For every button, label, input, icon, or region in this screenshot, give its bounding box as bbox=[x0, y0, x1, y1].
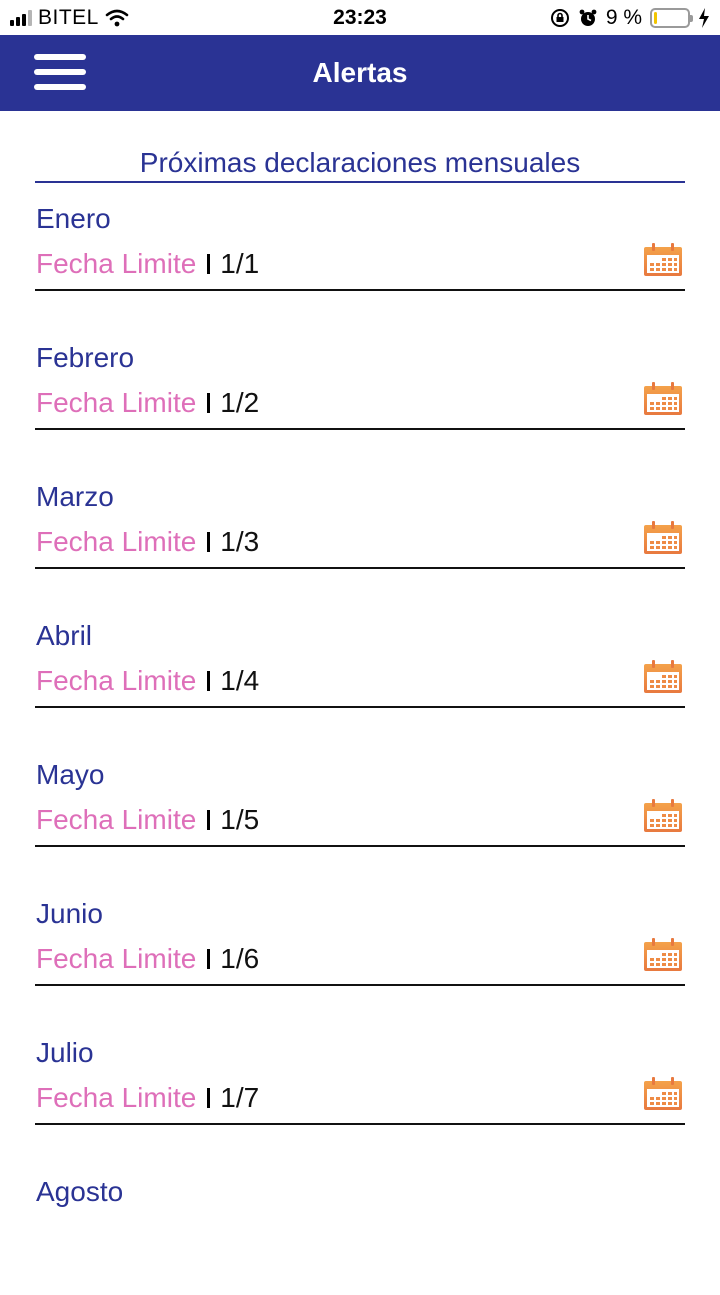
calendar-icon[interactable] bbox=[643, 799, 683, 833]
month-row: Julio Fecha Limite 1/7 bbox=[35, 1037, 685, 1125]
deadline-label: Fecha Limite bbox=[36, 387, 197, 418]
month-row: Agosto bbox=[35, 1176, 685, 1264]
deadline-date: 1/7 bbox=[220, 1082, 260, 1113]
status-right: 9 % bbox=[550, 6, 710, 30]
calendar-icon[interactable] bbox=[643, 382, 683, 416]
month-name: Marzo bbox=[36, 481, 114, 512]
separator bbox=[207, 949, 211, 969]
month-list: Enero Fecha Limite 1/1 Febrero Fecha Limite 1… bbox=[35, 183, 685, 1295]
status-bar: BITEL 23:23 9 % bbox=[0, 0, 720, 35]
deadline-label: Fecha Limite bbox=[36, 804, 197, 835]
deadline-date: 1/1 bbox=[220, 248, 260, 279]
separator bbox=[207, 1088, 211, 1108]
list-item: Enero Fecha Limite 1/1 bbox=[35, 183, 685, 322]
separator bbox=[207, 671, 211, 691]
separator bbox=[207, 393, 211, 413]
deadline-row: Fecha Limite 1/1 bbox=[36, 248, 259, 280]
calendar-icon[interactable] bbox=[643, 938, 683, 972]
month-row: Junio Fecha Limite 1/6 bbox=[35, 898, 685, 986]
deadline-row: Fecha Limite 1/3 bbox=[36, 526, 259, 558]
deadline-row: Fecha Limite 1/4 bbox=[36, 665, 259, 697]
deadline-label: Fecha Limite bbox=[36, 1082, 197, 1113]
list-item: Febrero Fecha Limite 1/2 bbox=[35, 322, 685, 461]
alarm-icon bbox=[579, 9, 597, 26]
separator bbox=[207, 810, 211, 830]
separator bbox=[207, 254, 211, 274]
month-row: Febrero Fecha Limite 1/2 bbox=[35, 342, 685, 430]
separator bbox=[207, 532, 211, 552]
calendar-icon[interactable] bbox=[643, 521, 683, 555]
list-item: Abril Fecha Limite 1/4 bbox=[35, 600, 685, 739]
list-item: Marzo Fecha Limite 1/3 bbox=[35, 461, 685, 600]
month-row: Mayo Fecha Limite 1/5 bbox=[35, 759, 685, 847]
month-name: Abril bbox=[36, 620, 93, 651]
battery-level bbox=[654, 12, 657, 24]
alerts-content: Próximas declaraciones mensuales Enero Fe… bbox=[35, 111, 685, 1295]
battery-icon bbox=[650, 8, 693, 28]
month-name: Julio bbox=[36, 1037, 94, 1068]
deadline-date: 1/4 bbox=[220, 665, 260, 696]
deadline-row: Fecha Limite 1/6 bbox=[36, 943, 259, 975]
battery-percentage: 9 % bbox=[605, 6, 642, 29]
deadline-date: 1/3 bbox=[220, 526, 260, 557]
month-row: Marzo Fecha Limite 1/3 bbox=[35, 481, 685, 569]
list-item: Junio Fecha Limite 1/6 bbox=[35, 878, 685, 1017]
deadline-label: Fecha Limite bbox=[36, 526, 197, 557]
list-item: Mayo Fecha Limite 1/5 bbox=[35, 739, 685, 878]
deadline-date: 1/5 bbox=[220, 804, 260, 835]
deadline-label: Fecha Limite bbox=[36, 248, 197, 279]
month-row: Enero Fecha Limite 1/1 bbox=[35, 203, 685, 291]
month-row: Abril Fecha Limite 1/4 bbox=[35, 620, 685, 708]
month-name: Junio bbox=[36, 898, 103, 929]
charging-bolt-icon bbox=[699, 8, 709, 28]
list-item: Agosto bbox=[35, 1156, 685, 1295]
deadline-row: Fecha Limite 1/2 bbox=[36, 387, 259, 419]
month-name: Enero bbox=[36, 203, 111, 234]
deadline-date: 1/2 bbox=[220, 387, 260, 418]
list-item: Julio Fecha Limite 1/7 bbox=[35, 1017, 685, 1156]
deadline-row: Fecha Limite 1/5 bbox=[36, 804, 259, 836]
deadline-date: 1/6 bbox=[220, 943, 260, 974]
month-name: Febrero bbox=[36, 342, 135, 373]
deadline-row: Fecha Limite 1/7 bbox=[36, 1082, 259, 1114]
orientation-lock-icon bbox=[550, 9, 569, 27]
deadline-label: Fecha Limite bbox=[36, 665, 197, 696]
section-title: Próximas declaraciones mensuales bbox=[35, 147, 685, 183]
page-title: Alertas bbox=[312, 57, 408, 88]
deadline-label: Fecha Limite bbox=[36, 943, 197, 974]
calendar-icon[interactable] bbox=[643, 660, 683, 694]
month-name: Agosto bbox=[36, 1176, 124, 1207]
month-name: Mayo bbox=[36, 759, 105, 790]
calendar-icon[interactable] bbox=[643, 243, 683, 277]
nav-bar: Alertas bbox=[0, 35, 720, 111]
calendar-icon[interactable] bbox=[643, 1077, 683, 1111]
